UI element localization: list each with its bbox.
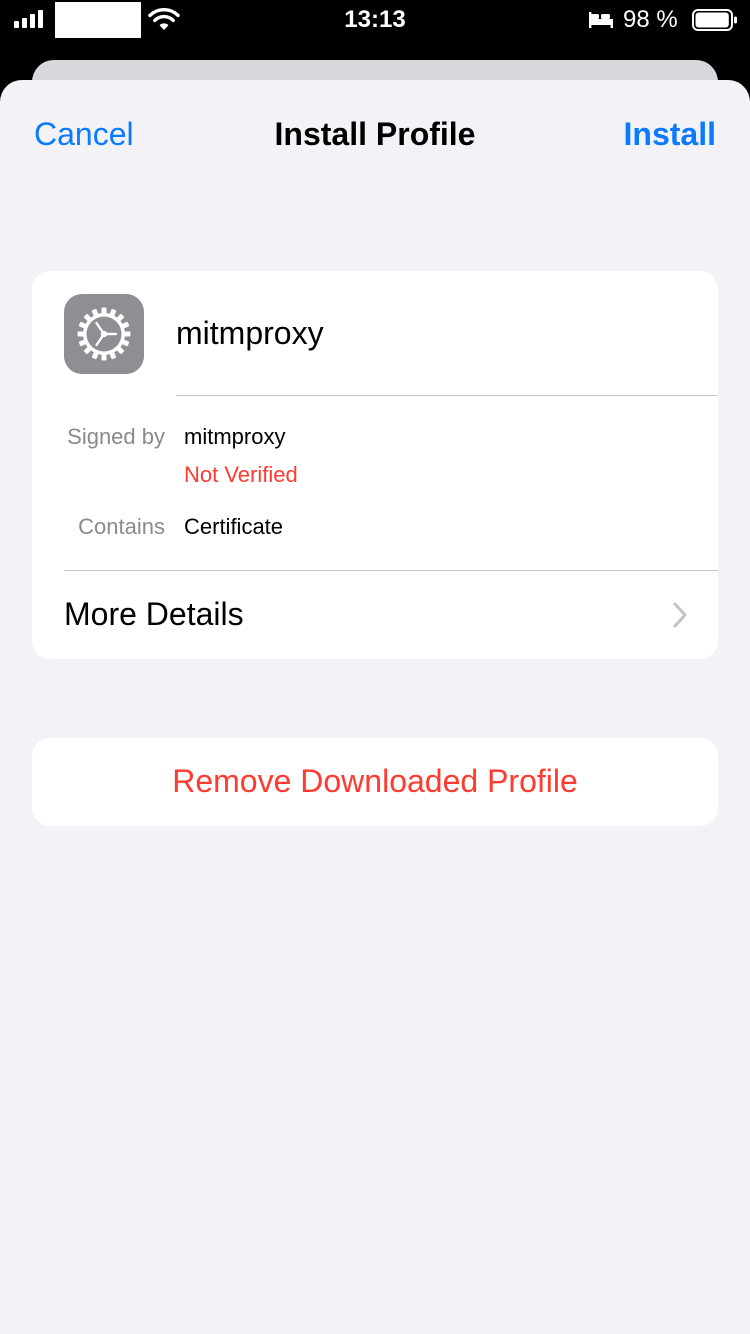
chevron-right-icon [673,602,687,628]
contains-value: Certificate [184,514,284,539]
profile-card: mitmproxy Signed by mitmproxy Not Verifi… [32,271,718,659]
verification-status: Not Verified [184,462,298,487]
more-details-label: More Details [64,596,244,632]
battery-percentage: 98 % [623,6,678,33]
install-profile-sheet: Cancel Install Profile Install mitmproxy… [0,80,750,1334]
divider [176,395,718,396]
bed-icon [589,12,613,28]
more-details-row[interactable]: More Details [32,571,718,659]
contains-label: Contains [78,514,165,539]
cancel-button[interactable]: Cancel [34,116,134,153]
remove-profile-label: Remove Downloaded Profile [172,763,578,799]
status-bar: 13:13 98 % [0,0,750,46]
remove-downloaded-profile-button[interactable]: Remove Downloaded Profile [32,738,718,826]
profile-name: mitmproxy [176,315,324,351]
signed-by-label: Signed by [67,424,165,449]
signed-by-value: mitmproxy [184,424,286,449]
install-button[interactable]: Install [624,116,716,153]
battery-icon [692,9,737,31]
gear-icon [64,294,144,374]
